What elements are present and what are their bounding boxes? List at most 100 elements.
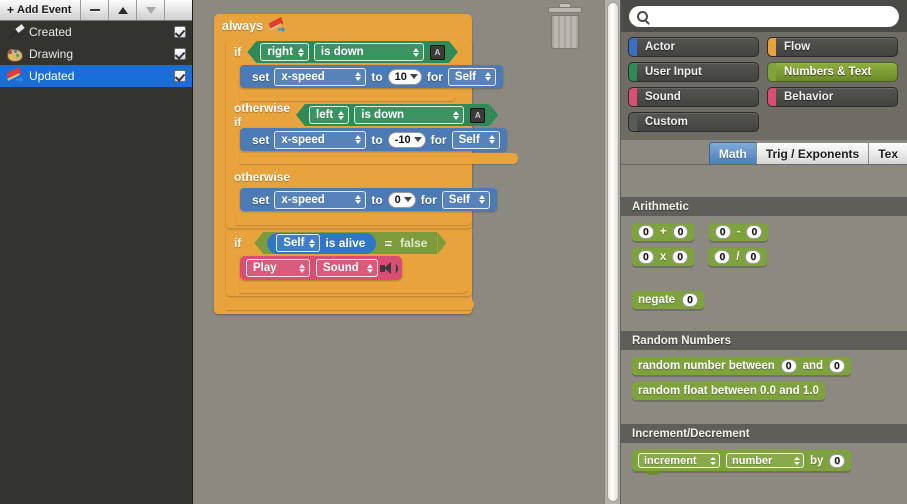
palette-row: random float between 0.0 and 1.0 [632,382,907,400]
attribute-dropdown[interactable]: x-speed [274,190,367,209]
if-alive-block[interactable]: if Self is alive = false Play Sound [226,231,472,296]
value-dropdown[interactable]: 0 [387,191,416,208]
value-dropdown[interactable]: -10 [387,131,426,148]
operand-left[interactable]: 0 [714,225,731,239]
tab-text[interactable]: Tex [868,142,907,164]
target-dropdown[interactable]: Self [441,190,490,209]
remove-event-button[interactable] [81,0,110,20]
if-else-block[interactable]: if right is down A set x-speed to 10 for… [226,40,518,228]
event-enabled-checkbox[interactable] [174,26,186,38]
category-color-swatch [768,88,776,106]
sound-dropdown[interactable]: Sound [316,259,378,277]
spinner-icon [355,71,362,82]
spinner-icon [309,238,316,249]
event-enabled-checkbox[interactable] [174,48,186,60]
canvas-scrollbar-thumb[interactable] [607,2,619,502]
if-label: if [234,236,242,250]
block-increment[interactable]: increment number by 0 [632,450,852,475]
set-attribute-block[interactable]: set x-speed to 10 for Self [240,65,503,88]
key-state-dropdown[interactable]: is down [354,106,465,124]
target-dropdown[interactable]: Self [447,67,496,86]
trash-can-icon[interactable] [548,3,582,51]
script-canvas[interactable]: always if right is down A set x-speed to… [193,0,620,504]
operand-right[interactable]: 0 [672,250,689,264]
category-color-swatch [768,38,776,56]
random-min[interactable]: 0 [780,359,797,373]
increment-amount[interactable]: 0 [829,453,846,468]
category-actor[interactable]: Actor [628,37,759,57]
category-sound[interactable]: Sound [628,87,759,107]
value-text: 0 [394,193,401,206]
palette-icon [5,45,24,63]
operator-label: / [736,251,740,263]
canvas-scrollbar[interactable] [604,0,620,504]
event-list-item-drawing[interactable]: Drawing [0,43,192,65]
block-random-float[interactable]: random float between 0.0 and 1.0 [632,382,825,400]
palette-search-bar [621,0,907,32]
otherwise-row[interactable]: otherwise [226,166,472,187]
alive-comparison[interactable]: Self is alive = false [263,232,438,254]
always-block[interactable]: always if right is down A set x-speed to… [214,14,518,314]
key-dropdown[interactable]: right [260,43,309,61]
operand-value[interactable]: 0 [682,293,698,307]
if-condition-row[interactable]: if right is down A [226,40,472,64]
add-event-button[interactable]: + Add Event [0,0,82,20]
otherwise-if-condition-row[interactable]: otherwise if left is down A [226,101,490,129]
block-random-number-between[interactable]: random number between 0 and 0 [632,357,851,375]
move-event-down-button[interactable] [137,0,166,20]
increment-action-dropdown[interactable]: increment [638,453,720,468]
keyboard-condition[interactable]: right is down A [256,41,449,63]
operand-left[interactable]: 0 [714,250,731,264]
event-list-item-updated[interactable]: Updated [0,65,192,87]
event-list-item-created[interactable]: Created [0,21,192,43]
play-sound-block[interactable]: Play Sound [240,256,402,280]
move-event-up-button[interactable] [109,0,138,20]
random-max[interactable]: 0 [829,359,845,373]
target-dropdown[interactable]: Self [451,130,500,149]
category-label: Numbers & Text [784,66,872,78]
keyboard-condition[interactable]: left is down A [305,104,490,126]
set-attribute-block[interactable]: set x-speed to 0 for Self [240,188,497,211]
category-label: Behavior [784,91,834,103]
if-alive-condition-row[interactable]: if Self is alive = false [226,231,472,255]
is-alive-label: is alive [325,236,366,250]
if-label: if [234,45,242,59]
tab-trig-exponents[interactable]: Trig / Exponents [755,142,869,164]
search-input[interactable] [654,9,891,23]
key-dropdown[interactable]: left [309,106,350,124]
category-custom[interactable]: Custom [628,112,759,132]
operand-left[interactable]: 0 [638,225,654,239]
set-attribute-block[interactable]: set x-speed to -10 for Self [240,128,507,151]
event-enabled-checkbox[interactable] [174,70,186,82]
operand-right[interactable]: 0 [746,225,763,239]
operand-right[interactable]: 0 [745,250,762,264]
attribute-dropdown[interactable]: x-speed [274,67,367,86]
key-state-dropdown[interactable]: is down [313,43,424,61]
triangle-up-icon [117,6,128,14]
operand-left[interactable]: 0 [638,250,654,264]
key-badge-icon[interactable]: A [429,44,445,60]
category-flow[interactable]: Flow [767,37,898,57]
block-negate[interactable]: negate 0 [632,291,704,309]
tab-math[interactable]: Math [708,142,756,164]
spinner-icon [355,194,362,205]
actor-dropdown[interactable]: Self [276,234,321,252]
block-subtract[interactable]: 0 - 0 [708,223,769,241]
false-value[interactable]: false [400,236,433,250]
value-dropdown[interactable]: 10 [387,68,422,85]
play-action-dropdown[interactable]: Play [246,259,310,277]
block-multiply[interactable]: 0 x 0 [632,248,695,266]
category-user-input[interactable]: User Input [628,62,759,82]
operand-right[interactable]: 0 [672,225,689,239]
chevron-down-icon [413,137,422,142]
increment-attribute-dropdown[interactable]: number [726,453,804,468]
block-add[interactable]: 0 + 0 [632,223,695,241]
block-divide[interactable]: 0 / 0 [708,248,768,266]
key-badge-icon[interactable]: A [470,107,486,123]
category-behavior[interactable]: Behavior [767,87,898,107]
attribute-dropdown[interactable]: x-speed [274,130,367,149]
category-numbers-text[interactable]: Numbers & Text [767,62,898,82]
search-box[interactable] [629,5,899,27]
is-alive-predicate[interactable]: Self is alive [267,232,377,254]
